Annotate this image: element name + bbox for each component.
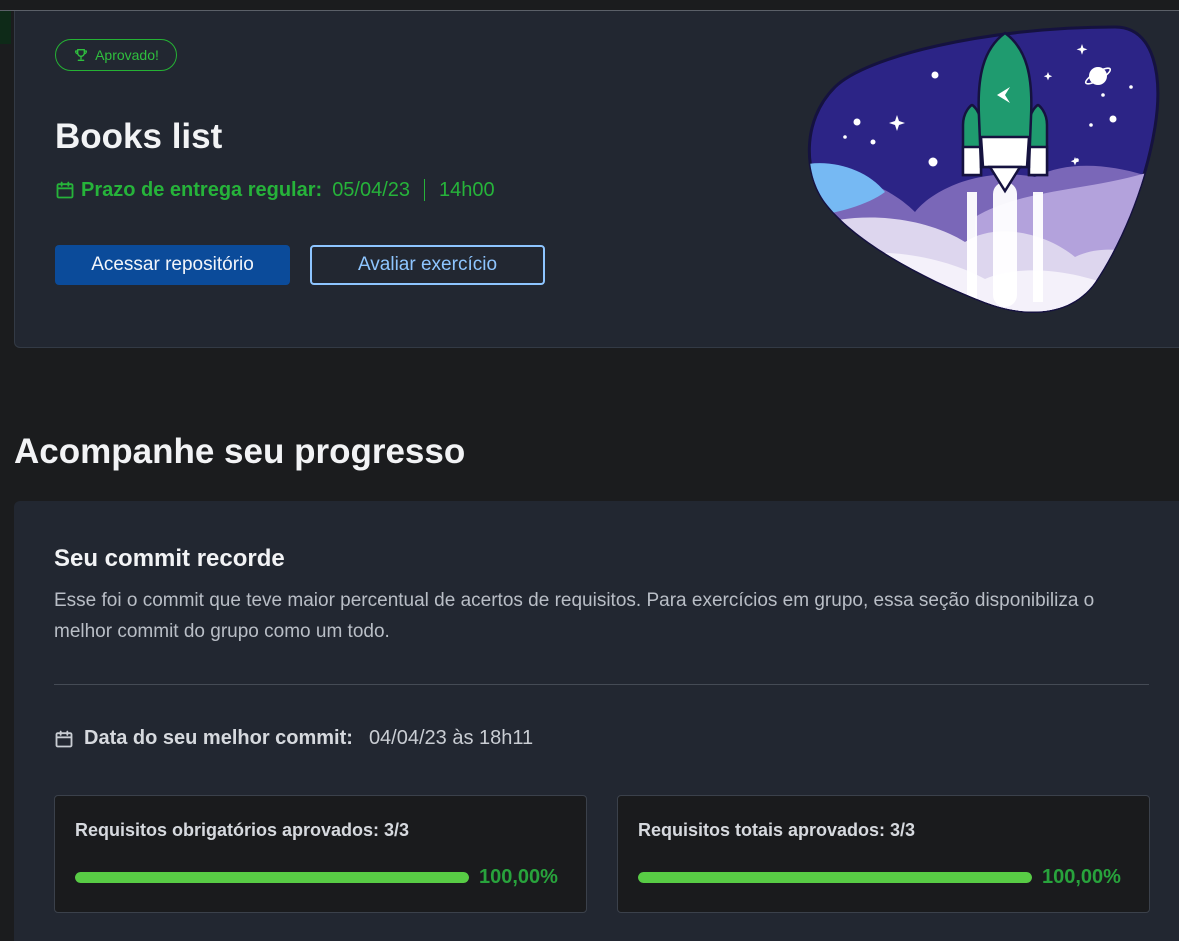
mandatory-requirements-label: Requisitos obrigatórios aprovados: 3/3 [75, 820, 410, 840]
access-repository-button[interactable]: Acessar repositório [55, 245, 290, 285]
mandatory-progress-fill [75, 872, 469, 883]
mandatory-requirements-card: Requisitos obrigatórios aprovados: 3/3 1… [54, 795, 587, 913]
evaluate-exercise-button[interactable]: Avaliar exercício [310, 245, 545, 285]
deadline-separator [424, 179, 426, 201]
side-accent [0, 11, 11, 44]
calendar-icon [55, 730, 73, 747]
record-commit-title: Seu commit recorde [54, 545, 285, 572]
total-progress-bar [638, 872, 1032, 883]
deadline-date: 05/04/23 [332, 178, 411, 201]
exercise-card: Aprovado! Books list Prazo de entrega re… [14, 11, 1179, 348]
mandatory-progress-bar [75, 872, 469, 883]
section-divider [54, 684, 1149, 685]
best-commit-date: 04/04/23 às 18h11 [368, 727, 534, 749]
record-commit-description: Esse foi o commit que teve maior percent… [54, 590, 1095, 642]
total-requirements-label: Requisitos totais aprovados: 3/3 [638, 820, 916, 840]
trophy-icon [75, 49, 88, 61]
total-progress-percent: 100,00% [1042, 866, 1121, 888]
total-requirements-card: Requisitos totais aprovados: 3/3 100,00% [617, 795, 1150, 913]
deadline-label: Prazo de entrega regular: [81, 178, 323, 201]
status-badge-label: Aprovado! [95, 47, 159, 63]
rocket-illustration [807, 25, 1160, 313]
deadline-time: 14h00 [439, 178, 495, 201]
status-badge: Aprovado! [55, 39, 177, 71]
exercise-title: Books list [55, 117, 223, 156]
progress-section-title: Acompanhe seu progresso [14, 432, 466, 471]
best-commit-label: Data do seu melhor commit: [84, 727, 353, 749]
deadline-info: Prazo de entrega regular: 05/04/23 14h00 [55, 177, 495, 203]
best-commit-info: Data do seu melhor commit: 04/04/23 às 1… [54, 727, 533, 750]
total-progress-fill [638, 872, 1032, 883]
mandatory-progress-percent: 100,00% [479, 866, 558, 888]
calendar-icon [56, 181, 74, 199]
progress-card: Seu commit recorde Esse foi o commit que… [14, 501, 1179, 941]
